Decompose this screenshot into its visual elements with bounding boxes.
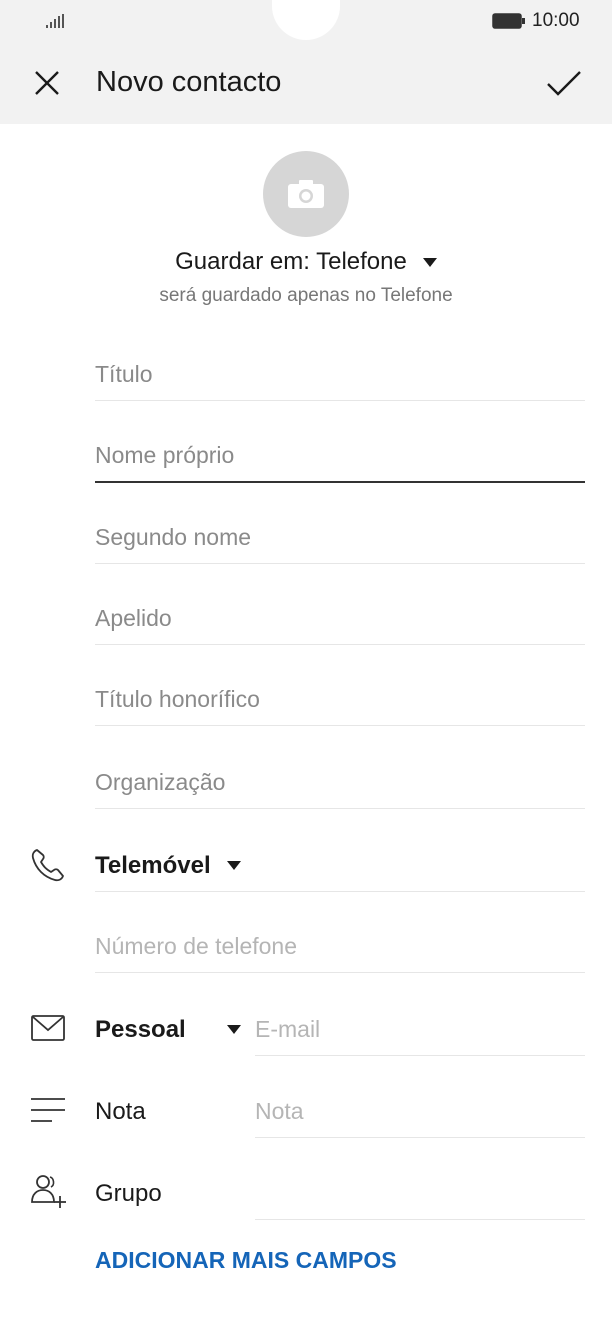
status-time: 10:00 xyxy=(532,10,580,31)
add-group-icon xyxy=(31,1175,66,1208)
group-label: Grupo xyxy=(95,1180,162,1207)
titulo-placeholder: Título xyxy=(95,361,153,387)
organizacao-placeholder: Organização xyxy=(95,769,226,795)
segundo-nome-placeholder: Segundo nome xyxy=(95,524,252,550)
email-type-selector[interactable]: Pessoal xyxy=(95,1016,186,1044)
storage-note: será guardado apenas no Telefone xyxy=(159,285,453,306)
apelido-field[interactable]: Apelido xyxy=(95,592,585,645)
apelido-placeholder: Apelido xyxy=(95,605,172,631)
phone-icon xyxy=(31,849,64,882)
note-lines-icon xyxy=(31,1098,65,1122)
battery-icon xyxy=(492,13,525,29)
app-header: 10:00 Novo contacto xyxy=(0,0,612,124)
signal-icon xyxy=(46,14,64,28)
storage-selector[interactable]: Guardar em: Telefone xyxy=(0,248,612,276)
email-type-caret-icon[interactable] xyxy=(227,1025,241,1034)
group-field[interactable] xyxy=(255,1167,585,1220)
envelope-icon xyxy=(31,1015,65,1041)
add-more-fields-button[interactable]: ADICIONAR MAIS CAMPOS xyxy=(95,1247,397,1274)
note-label: Nota xyxy=(95,1098,146,1125)
note-field[interactable]: Nota xyxy=(255,1085,585,1138)
note-placeholder: Nota xyxy=(255,1098,304,1124)
checkmark-icon[interactable] xyxy=(544,64,584,102)
titulo-field[interactable]: Título xyxy=(95,348,585,401)
phone-type-caret-icon[interactable] xyxy=(227,861,241,870)
storage-label: Guardar em: Telefone xyxy=(175,248,407,275)
nome-proprio-field[interactable]: Nome próprio xyxy=(95,429,585,483)
camera-notch xyxy=(272,0,340,40)
titulo-honorifico-field[interactable]: Título honorífico xyxy=(95,673,585,726)
titulo-honorifico-placeholder: Título honorífico xyxy=(95,686,260,712)
close-icon[interactable] xyxy=(28,64,66,102)
organizacao-field[interactable]: Organização xyxy=(95,756,585,809)
contact-photo-button[interactable] xyxy=(263,151,349,237)
dropdown-caret-icon xyxy=(422,258,437,268)
camera-icon xyxy=(288,180,324,208)
email-field[interactable]: E-mail xyxy=(255,1003,585,1056)
nome-proprio-placeholder: Nome próprio xyxy=(95,442,235,468)
segundo-nome-field[interactable]: Segundo nome xyxy=(95,511,585,564)
phone-number-placeholder: Número de telefone xyxy=(95,933,298,959)
email-placeholder: E-mail xyxy=(255,1016,321,1042)
page-title: Novo contacto xyxy=(96,66,282,98)
phone-type-selector[interactable]: Telemóvel xyxy=(95,852,211,880)
phone-number-field[interactable]: Número de telefone xyxy=(95,920,585,973)
